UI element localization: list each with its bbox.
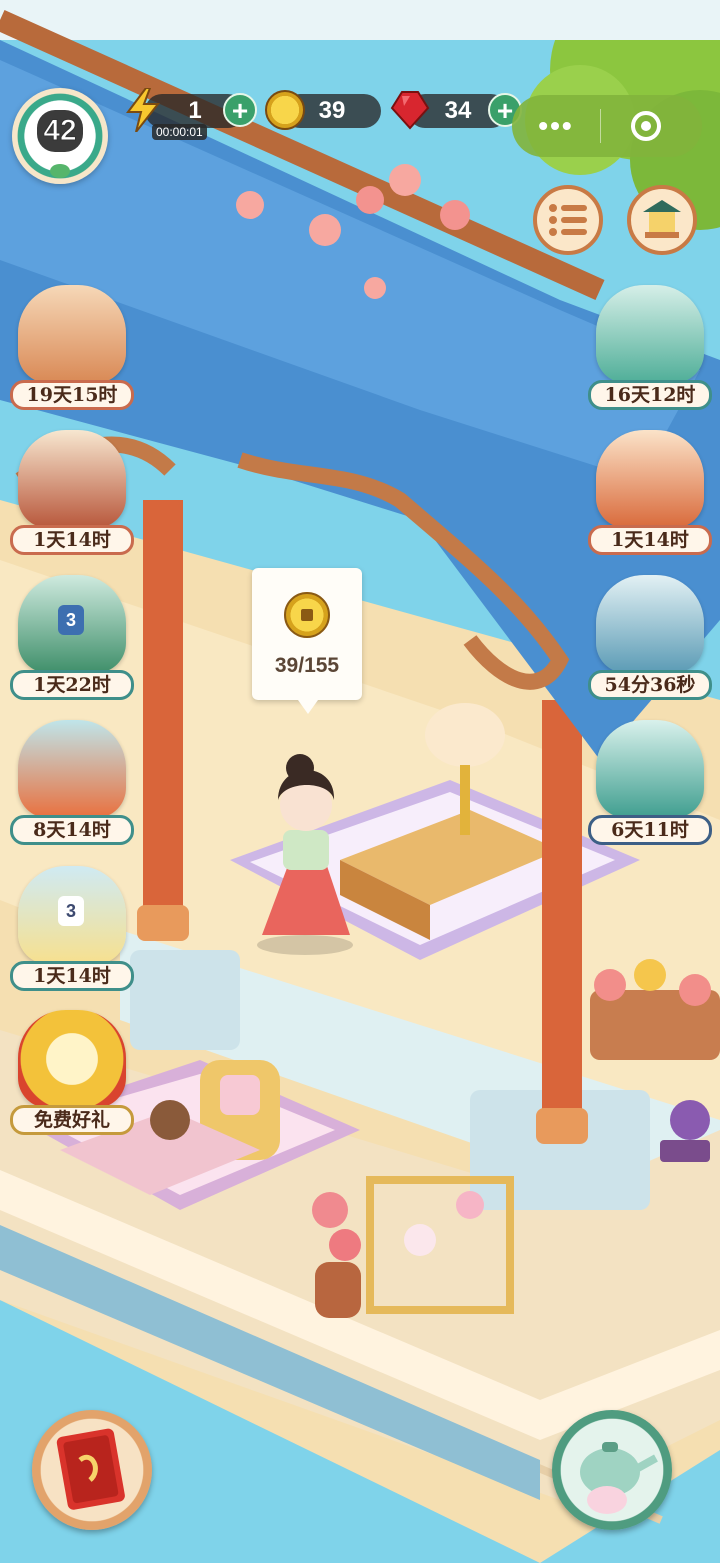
event-lotus[interactable]: 3 1天14时 bbox=[10, 866, 134, 991]
coin-progress-tooltip[interactable]: 39/155 bbox=[252, 568, 362, 714]
event-golden-trophy[interactable]: 8天14时 bbox=[10, 720, 134, 845]
event-hot-spring-cat[interactable]: 16天12时 bbox=[588, 285, 712, 410]
teahouse-button[interactable] bbox=[552, 1410, 672, 1530]
event-timer: 1天14时 bbox=[10, 961, 134, 991]
teapot-icon bbox=[18, 430, 126, 528]
coin-icon bbox=[265, 90, 305, 130]
scroll-icon bbox=[18, 285, 126, 383]
event-jade-hairpin[interactable]: 54分36秒 bbox=[588, 575, 712, 700]
event-timer: 1天14时 bbox=[10, 525, 134, 555]
event-lucky-cat[interactable]: 1天14时 bbox=[588, 430, 712, 555]
add-energy-button[interactable]: + bbox=[223, 93, 257, 127]
cat-icon bbox=[596, 285, 704, 383]
event-shop-building[interactable]: 3 1天22时 bbox=[10, 575, 134, 700]
close-miniprogram-button[interactable] bbox=[601, 111, 691, 141]
event-tea-set[interactable]: 1天14时 bbox=[10, 430, 134, 555]
list-icon bbox=[549, 204, 587, 236]
leaf-icon bbox=[50, 164, 70, 178]
hairpin-icon bbox=[596, 575, 704, 673]
event-timer: 54分36秒 bbox=[588, 670, 712, 700]
shop-button[interactable] bbox=[627, 185, 697, 255]
event-autumn-letters[interactable]: 19天15时 bbox=[10, 285, 134, 410]
more-options-button[interactable]: ••• bbox=[512, 110, 600, 142]
miniprogram-capsule: ••• bbox=[512, 95, 702, 157]
player-level-badge[interactable]: 42 bbox=[12, 88, 108, 184]
event-count-badge: 3 bbox=[58, 896, 84, 926]
lucky-cat-icon bbox=[596, 430, 704, 528]
ruby-icon bbox=[390, 91, 430, 130]
teapot-icon bbox=[580, 1442, 658, 1514]
event-timer: 19天15时 bbox=[10, 380, 134, 410]
journal-button[interactable] bbox=[32, 1410, 152, 1530]
gift-wheel-icon bbox=[18, 1010, 126, 1108]
target-icon bbox=[631, 111, 661, 141]
event-timer: 1天22时 bbox=[10, 670, 134, 700]
player-level: 42 bbox=[43, 114, 77, 148]
pavilion-icon bbox=[643, 200, 681, 238]
event-timer: 8天14时 bbox=[10, 815, 134, 845]
event-free-gift[interactable]: 免费好礼 bbox=[10, 1010, 134, 1135]
task-list-button[interactable] bbox=[533, 185, 603, 255]
book-icon bbox=[56, 1428, 125, 1510]
coin-icon bbox=[284, 592, 330, 638]
event-gift-box[interactable]: 6天11时 bbox=[588, 720, 712, 845]
free-gift-label: 免费好礼 bbox=[10, 1105, 134, 1135]
energy-timer: 00:00:01 bbox=[152, 124, 207, 140]
gift-box-icon bbox=[596, 720, 704, 818]
coin-progress-text: 39/155 bbox=[274, 654, 340, 677]
event-timer: 16天12时 bbox=[588, 380, 712, 410]
event-count-badge: 3 bbox=[58, 605, 84, 635]
event-timer: 1天14时 bbox=[588, 525, 712, 555]
event-timer: 6天11时 bbox=[588, 815, 712, 845]
trophy-icon bbox=[18, 720, 126, 818]
